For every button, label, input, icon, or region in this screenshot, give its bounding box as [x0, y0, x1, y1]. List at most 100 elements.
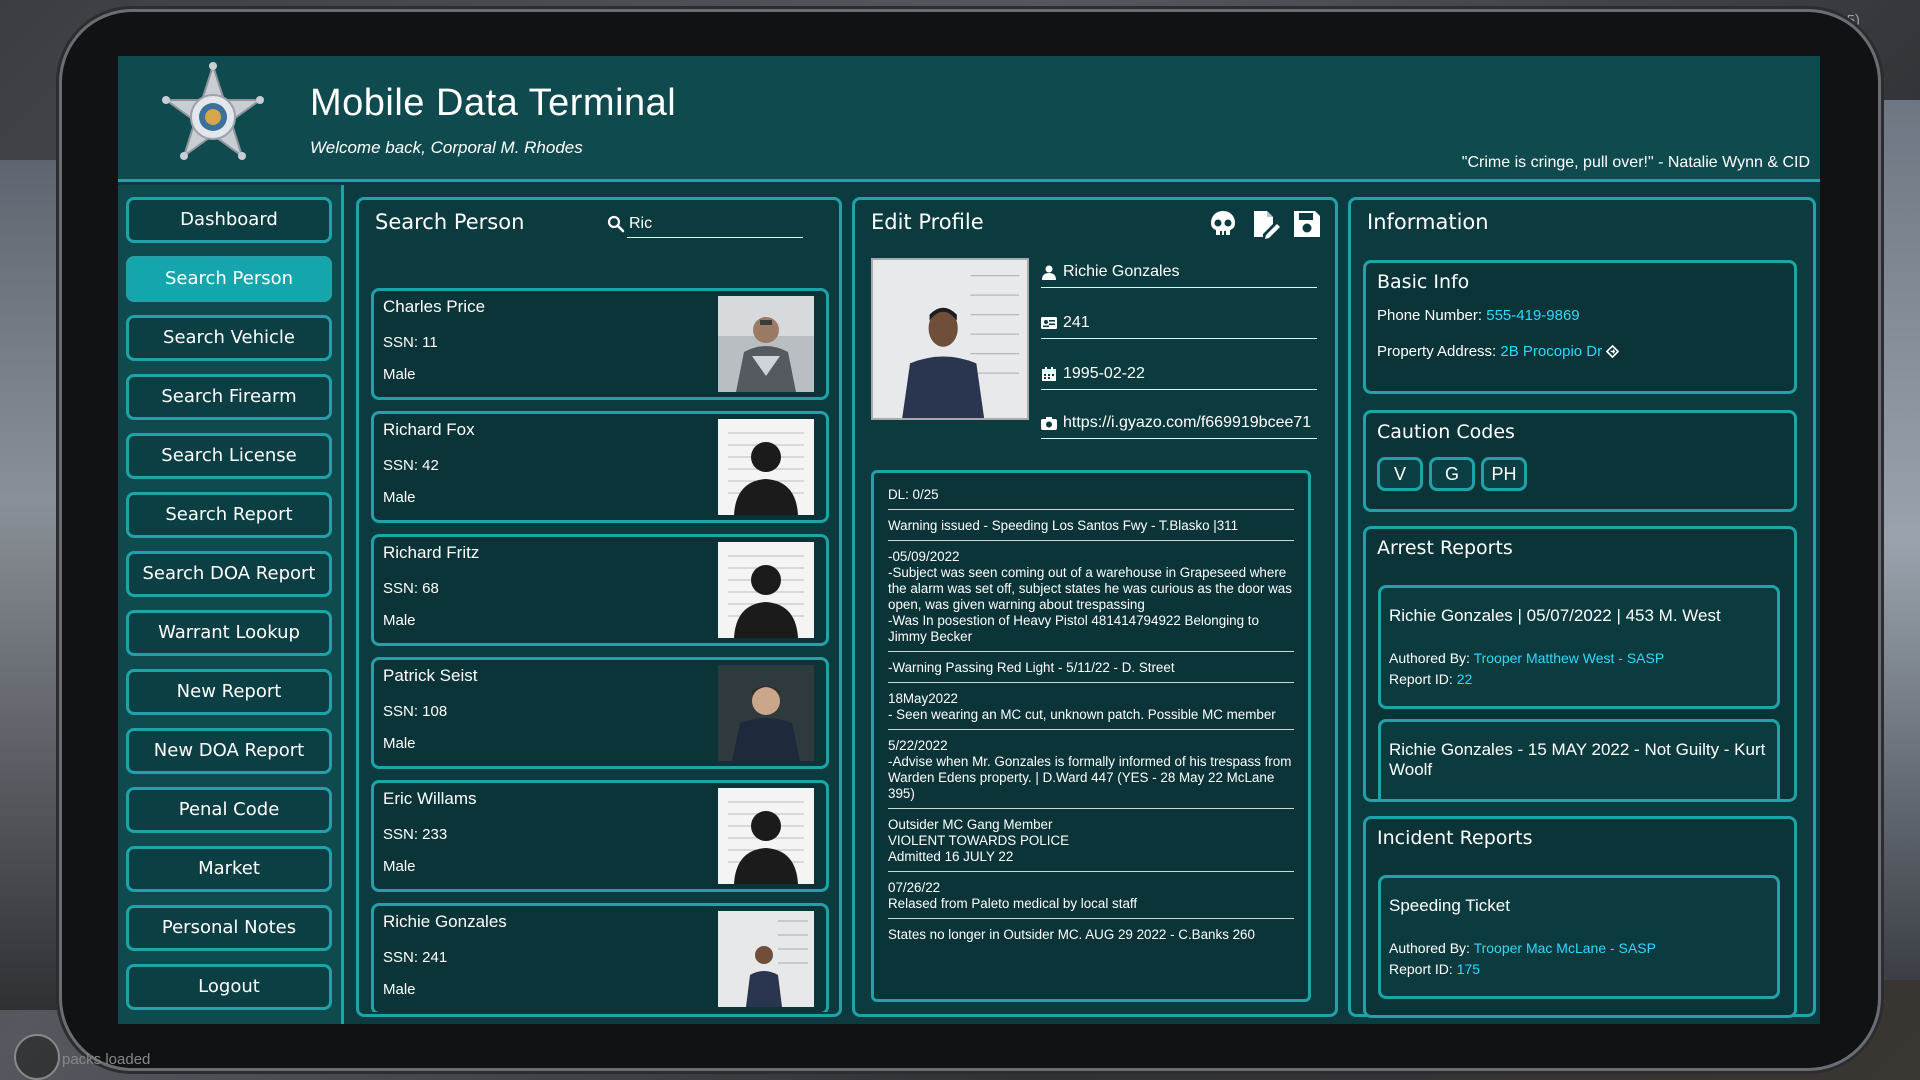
skull-icon[interactable] [1207, 208, 1239, 240]
report-id-row: Report ID: 175 [1389, 961, 1480, 977]
person-result-card[interactable]: Patrick Seist SSN: 108 Male [371, 657, 829, 769]
sheriff-star-logo [162, 62, 264, 160]
report-title: Richie Gonzales - 15 MAY 2022 - Not Guil… [1389, 740, 1766, 779]
app-title: Mobile Data Terminal [310, 82, 677, 124]
profile-mugshot [871, 258, 1029, 420]
nav-penal-code[interactable]: Penal Code [126, 787, 332, 833]
silhouette-placeholder-icon [718, 419, 814, 515]
search-icon [607, 215, 625, 233]
caution-codes-card: Caution Codes V G PH [1363, 410, 1797, 512]
incident-reports-title: Incident Reports [1377, 827, 1533, 849]
nav-search-person[interactable]: Search Person [126, 256, 332, 302]
person-result-card[interactable]: Charles Price SSN: 11 Male [371, 288, 829, 400]
header: Mobile Data Terminal Welcome back, Corpo… [118, 56, 1820, 182]
arrest-report-item[interactable]: Richie Gonzales | 05/07/2022 | 453 M. We… [1378, 585, 1780, 709]
mdt-screen: Mobile Data Terminal Welcome back, Corpo… [118, 56, 1820, 1024]
person-name: Charles Price [383, 297, 486, 316]
nav-dashboard[interactable]: Dashboard [126, 197, 332, 243]
property-address-label: Property Address: [1377, 343, 1497, 360]
profile-ssn-field[interactable]: 241 [1041, 309, 1317, 339]
person-name: Richard Fox [383, 420, 475, 439]
report-author-row: Authored By: Trooper Mac McLane - SASP [1389, 940, 1656, 956]
report-title: Speeding Ticket [1389, 896, 1510, 915]
person-ssn: SSN: 241 [383, 949, 448, 966]
nav-search-firearm[interactable]: Search Firearm [126, 374, 332, 420]
note-entry: 18May2022 - Seen wearing an MC cut, unkn… [888, 691, 1294, 730]
person-photo [718, 911, 814, 1007]
report-id-row: Report ID: 22 [1389, 671, 1472, 687]
person-result-card[interactable]: Eric Willams SSN: 233 Male [371, 780, 829, 892]
person-results-list[interactable]: Charles Price SSN: 11 Male Richard Fox S… [371, 288, 829, 1012]
report-title: Richie Gonzales | 05/07/2022 | 453 M. We… [1389, 606, 1721, 625]
nav-search-report[interactable]: Search Report [126, 492, 332, 538]
arrest-report-item[interactable]: Richie Gonzales - 15 MAY 2022 - Not Guil… [1378, 719, 1780, 799]
report-author-label: Authored By: [1389, 940, 1470, 956]
profile-notes[interactable]: DL: 0/25 Warning issued - Speeding Los S… [871, 470, 1311, 1002]
person-sex: Male [383, 735, 416, 752]
note-entry: 5/22/2022 -Advise when Mr. Gonzales is f… [888, 738, 1294, 809]
note-entry: 07/26/22 Relased from Paleto medical by … [888, 880, 1294, 919]
person-result-card[interactable]: Richie Gonzales SSN: 241 Male [371, 903, 829, 1012]
nav-new-report[interactable]: New Report [126, 669, 332, 715]
nav-market[interactable]: Market [126, 846, 332, 892]
person-name: Patrick Seist [383, 666, 478, 685]
nav-personal-notes[interactable]: Personal Notes [126, 905, 332, 951]
person-ssn: SSN: 233 [383, 826, 448, 843]
edit-profile-panel: Edit Profile Richie Gonzales 241 1995-02… [852, 197, 1338, 1017]
microphone-icon[interactable] [14, 1034, 60, 1080]
profile-dob-field[interactable]: 1995-02-22 [1041, 360, 1317, 390]
nav-logout[interactable]: Logout [126, 964, 332, 1010]
nav-new-doa-report[interactable]: New DOA Report [126, 728, 332, 774]
save-icon[interactable] [1291, 208, 1323, 240]
edit-document-icon[interactable] [1249, 208, 1281, 240]
nav-search-doa-report[interactable]: Search DOA Report [126, 551, 332, 597]
search-person-title: Search Person [375, 210, 525, 234]
note-entry: States no longer in Outsider MC. AUG 29 … [888, 927, 1255, 942]
report-id-label: Report ID: [1389, 671, 1453, 687]
caution-codes-title: Caution Codes [1377, 421, 1515, 443]
person-name: Eric Willams [383, 789, 477, 808]
profile-image-url-field[interactable]: https://i.gyazo.com/f669919bcee71 [1041, 409, 1317, 439]
nav-warrant-lookup[interactable]: Warrant Lookup [126, 610, 332, 656]
person-ssn: SSN: 68 [383, 580, 439, 597]
profile-name: Richie Gonzales [1063, 263, 1180, 280]
person-result-card[interactable]: Richard Fritz SSN: 68 Male [371, 534, 829, 646]
waypoint-icon[interactable] [1606, 344, 1620, 359]
background-window-left [0, 160, 70, 1010]
report-author: Trooper Mac McLane - SASP [1473, 940, 1656, 956]
search-person-panel: Search Person Charles Price SSN: 11 Male… [356, 197, 842, 1017]
person-name: Richard Fritz [383, 543, 480, 562]
silhouette-placeholder-icon [718, 788, 814, 884]
welcome-text: Welcome back, Corporal M. Rhodes [310, 138, 583, 157]
caution-code-badge[interactable]: G [1429, 457, 1475, 491]
person-sex: Male [383, 366, 416, 383]
packs-loaded-text: packs loaded [62, 1051, 151, 1068]
person-name: Richie Gonzales [383, 912, 507, 931]
report-author-row: Authored By: Trooper Matthew West - SASP [1389, 650, 1664, 666]
report-author-label: Authored By: [1389, 650, 1470, 666]
person-ssn: SSN: 42 [383, 457, 439, 474]
incident-reports-card: Incident Reports Speeding Ticket Authore… [1363, 816, 1797, 1018]
note-entry: -05/09/2022 -Subject was seen coming out… [888, 549, 1294, 652]
person-result-card[interactable]: Richard Fox SSN: 42 Male [371, 411, 829, 523]
profile-name-field[interactable]: Richie Gonzales [1041, 258, 1317, 288]
nav-search-license[interactable]: Search License [126, 433, 332, 479]
person-ssn: SSN: 108 [383, 703, 448, 720]
note-entry: DL: 0/25 [888, 487, 1294, 510]
note-entry: Outsider MC Gang Member VIOLENT TOWARDS … [888, 817, 1294, 872]
header-quote: "Crime is cringe, pull over!" - Natalie … [1461, 154, 1810, 171]
profile-ssn: 241 [1063, 314, 1090, 331]
person-photo [718, 665, 814, 761]
person-sex: Male [383, 858, 416, 875]
incident-report-item[interactable]: Speeding Ticket Authored By: Trooper Mac… [1378, 875, 1780, 999]
person-ssn: SSN: 11 [383, 334, 438, 351]
caution-code-badge[interactable]: PH [1481, 457, 1527, 491]
phone-number-value[interactable]: 555-419-9869 [1486, 307, 1579, 324]
nav-search-vehicle[interactable]: Search Vehicle [126, 315, 332, 361]
report-id: 175 [1456, 961, 1481, 977]
basic-info-title: Basic Info [1377, 271, 1470, 293]
property-address-value[interactable]: 2B Procopio Dr [1500, 343, 1602, 360]
user-icon [1042, 265, 1056, 280]
caution-code-badge[interactable]: V [1377, 457, 1423, 491]
search-input[interactable] [627, 212, 803, 236]
